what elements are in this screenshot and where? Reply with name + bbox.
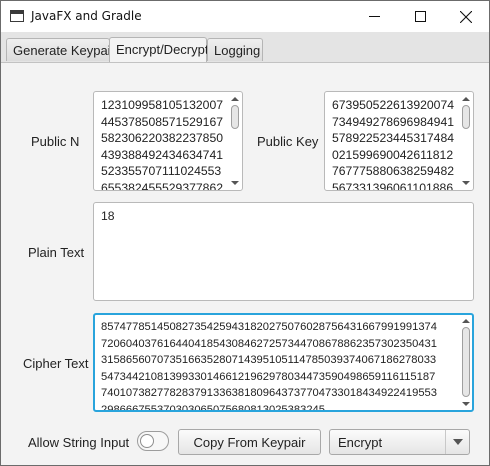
mode-select[interactable]: Encrypt	[329, 429, 470, 455]
copy-from-keypair-button[interactable]: Copy From Keypair	[178, 429, 321, 455]
cipher-text-field[interactable]: 8574778514508273542594318202750760287564…	[93, 313, 474, 412]
public-n-field[interactable]: 123109958105132007 445378508571529167 58…	[93, 91, 243, 191]
vertical-scrollbar[interactable]	[230, 94, 240, 188]
public-n-label: Public N	[31, 134, 80, 149]
text-line: 655382455529377862	[101, 180, 224, 191]
tab-encrypt-decrypt[interactable]: Encrypt/Decrypt	[109, 37, 208, 62]
minimize-icon	[368, 16, 380, 17]
text-line: 298666755370303065075680813025383245	[101, 403, 325, 411]
cipher-text-label: Cipher Text	[23, 356, 89, 371]
text-line: 567331396061101886	[332, 180, 454, 191]
app-window: JavaFX and Gradle Generate Keypair Encry…	[0, 0, 490, 466]
mode-select-value: Encrypt	[338, 435, 383, 450]
scroll-thumb[interactable]	[231, 105, 239, 129]
public-key-field[interactable]: 673950522613920074 734949278696984941 57…	[324, 91, 474, 191]
public-key-text: 673950522613920074 734949278696984941 57…	[332, 97, 457, 190]
cipher-text-text: 8574778514508273542594318202750760287564…	[101, 319, 456, 410]
text-line: 523355707111024553	[101, 164, 222, 178]
scroll-thumb[interactable]	[462, 105, 470, 129]
public-key-label: Public Key	[257, 134, 319, 149]
minimize-button[interactable]	[351, 1, 397, 32]
text-line: 8574778514508273542594318202750760287564…	[101, 321, 437, 333]
maximize-button[interactable]	[397, 1, 443, 32]
window-title: JavaFX and Gradle	[31, 9, 142, 23]
vertical-scrollbar[interactable]	[461, 94, 471, 188]
chevron-down-icon[interactable]	[445, 430, 469, 454]
scroll-up-icon[interactable]	[462, 97, 470, 101]
scroll-up-icon[interactable]	[231, 97, 239, 101]
scroll-down-icon[interactable]	[462, 402, 470, 406]
plain-text-text: 18	[101, 208, 457, 300]
tab-bar: Generate Keypair Encrypt/Decrypt Logging	[1, 32, 489, 63]
allow-string-label: Allow String Input	[28, 435, 130, 450]
scroll-down-icon[interactable]	[462, 181, 470, 185]
text-line: 578922523445317484	[332, 131, 455, 145]
text-line: 582306220382237850	[101, 131, 224, 145]
plain-text-label: Plain Text	[28, 245, 85, 260]
allow-string-toggle[interactable]	[137, 431, 169, 451]
plain-text-field[interactable]: 18	[93, 202, 474, 301]
text-line: 123109958105132007	[101, 98, 224, 112]
text-line: 767775880638259482	[332, 164, 455, 178]
text-line: 439388492434634741	[101, 147, 224, 162]
vertical-scrollbar[interactable]	[461, 316, 471, 409]
tab-logging[interactable]: Logging	[207, 38, 263, 61]
text-line: 7206040376164404185430846272573447086788…	[101, 337, 437, 350]
text-line: 3158656070735166352807143951051147850393…	[101, 354, 437, 366]
close-button[interactable]	[443, 1, 489, 32]
close-icon	[460, 10, 472, 23]
toggle-knob[interactable]	[140, 434, 154, 448]
scroll-thumb[interactable]	[462, 327, 470, 397]
text-line: 734949278696984941	[332, 114, 455, 129]
scroll-up-icon[interactable]	[462, 319, 470, 323]
text-line: 7401073827782837913363818096437377047330…	[101, 387, 437, 399]
title-bar[interactable]: JavaFX and Gradle	[1, 1, 489, 32]
text-line: 445378508571529167	[101, 114, 224, 129]
public-n-text: 123109958105132007 445378508571529167 58…	[101, 97, 226, 190]
text-line: 673950522613920074	[332, 98, 455, 112]
text-line: 021599690042611812	[332, 147, 454, 162]
maximize-icon	[414, 11, 426, 22]
scroll-down-icon[interactable]	[231, 181, 239, 185]
tab-generate-keypair[interactable]: Generate Keypair	[6, 38, 115, 61]
text-line: 5473442108139933014661219629780344735904…	[101, 370, 436, 383]
app-window-icon	[10, 10, 24, 22]
text-line: 18	[101, 209, 115, 223]
